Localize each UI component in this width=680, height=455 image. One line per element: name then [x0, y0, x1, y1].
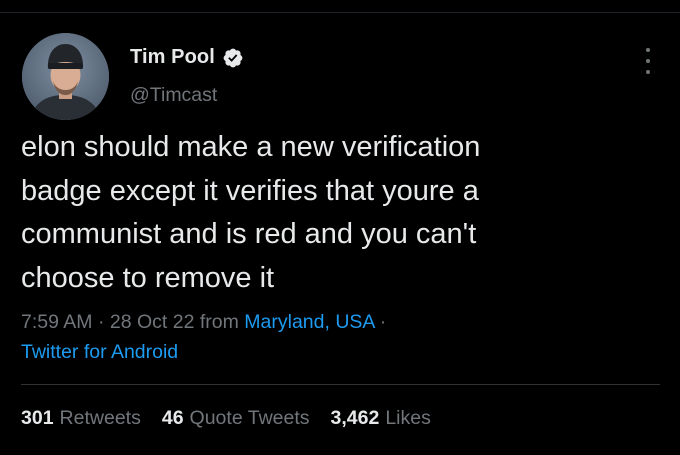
verified-badge-icon — [222, 47, 244, 69]
quote-tweets-label: Quote Tweets — [189, 407, 310, 429]
more-options-icon[interactable] — [641, 48, 655, 74]
tweet-time[interactable]: 7:59 AM — [21, 311, 93, 333]
tweet-stats: 301 Retweets 46 Quote Tweets 3,462 Likes — [21, 407, 452, 430]
meta-separator: · — [379, 311, 387, 333]
avatar-image — [22, 33, 109, 120]
client-link[interactable]: Twitter for Android — [21, 341, 178, 363]
author-name[interactable]: Tim Pool — [130, 46, 215, 69]
location-link[interactable]: Maryland, USA — [244, 311, 374, 333]
retweets-stat[interactable]: 301 Retweets — [21, 407, 141, 430]
likes-count: 3,462 — [330, 407, 380, 429]
meta-separator: · — [97, 311, 105, 333]
top-divider — [0, 12, 680, 13]
tweet-date[interactable]: 28 Oct 22 — [110, 311, 195, 333]
from-label: from — [199, 311, 239, 333]
retweets-label: Retweets — [59, 407, 141, 429]
author-handle[interactable]: @Timcast — [130, 84, 217, 107]
tweet-meta: 7:59 AM · 28 Oct 22 from Maryland, USA ·… — [21, 307, 661, 367]
tweet-text: elon should make a new verification badg… — [21, 131, 481, 294]
stats-divider — [21, 384, 660, 385]
avatar[interactable] — [22, 33, 109, 120]
quote-tweets-stat[interactable]: 46 Quote Tweets — [162, 407, 310, 430]
author-row: Tim Pool — [130, 46, 244, 69]
retweets-count: 301 — [21, 407, 54, 429]
quote-tweets-count: 46 — [161, 407, 184, 429]
likes-label: Likes — [385, 407, 431, 429]
likes-stat[interactable]: 3,462 Likes — [331, 407, 431, 430]
